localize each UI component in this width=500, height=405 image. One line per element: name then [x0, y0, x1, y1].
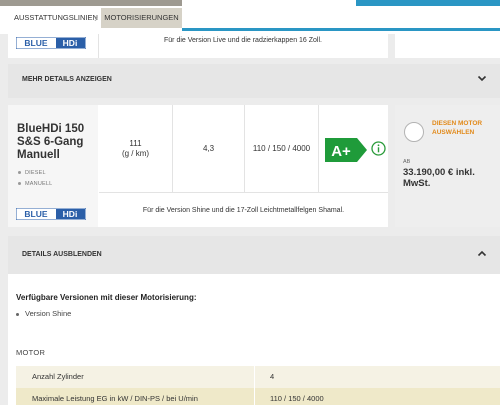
- transmission-tag: MANUELL: [18, 181, 52, 187]
- divider: [254, 388, 255, 405]
- breadcrumb-underline: [182, 28, 500, 31]
- svg-text:HDi: HDi: [63, 209, 78, 219]
- svg-text:HDi: HDi: [63, 38, 78, 48]
- table-row: Maximale Leistung EG in kW / DIN-PS / be…: [16, 388, 500, 405]
- version-note: Für die Version Live und die radzierkapp…: [164, 37, 322, 44]
- select-engine-radio[interactable]: [404, 122, 424, 142]
- co2-value: 111 (g / km): [99, 105, 173, 193]
- svg-text:BLUE: BLUE: [24, 209, 47, 219]
- chevron-up-icon: [477, 250, 487, 257]
- table-row: Anzahl Zylinder 4: [16, 366, 500, 388]
- spec-value: 110 / 150 / 4000: [270, 394, 324, 403]
- price: 33.190,00 € inkl. MwSt.: [403, 167, 475, 189]
- power-value: 110 / 150 / 4000: [245, 105, 319, 193]
- divider: [254, 366, 255, 388]
- section-title: MOTOR: [16, 348, 46, 357]
- bluehdi-logo: BLUE HDi: [16, 37, 86, 49]
- select-panel-previous: [395, 34, 500, 58]
- select-engine-label[interactable]: DIESEN MOTOR AUSWÄHLEN: [432, 119, 492, 137]
- progress-line-done: [0, 0, 182, 6]
- more-details-toggle[interactable]: MEHR DETAILS ANZEIGEN: [8, 64, 500, 98]
- energy-label-badge: A+: [325, 138, 367, 162]
- info-icon[interactable]: [371, 141, 386, 156]
- version-note: Für die Version Shine und die 17-Zoll Le…: [142, 206, 345, 214]
- svg-text:A+: A+: [331, 143, 351, 160]
- spec-value: 4: [270, 372, 275, 381]
- tab-motorisierungen[interactable]: MOTORISIERUNGEN: [101, 8, 182, 28]
- spec-key: Maximale Leistung EG in kW / DIN-PS / be…: [32, 394, 198, 403]
- hide-details-toggle[interactable]: DETAILS AUSBLENDEN: [8, 236, 500, 274]
- versions-title: Verfügbare Versionen mit dieser Motorisi…: [16, 293, 197, 302]
- tab-ausstattungslinien[interactable]: AUSSTATTUNGSLINIEN: [10, 8, 98, 28]
- bluehdi-logo: BLUE HDi: [16, 208, 86, 220]
- svg-text:BLUE: BLUE: [24, 38, 47, 48]
- consumption-value: 4,3: [173, 105, 245, 193]
- hide-details-label: DETAILS AUSBLENDEN: [22, 251, 102, 258]
- list-item: Version Shine: [16, 309, 71, 318]
- more-details-label: MEHR DETAILS ANZEIGEN: [22, 76, 112, 83]
- progress-line-active: [356, 0, 500, 6]
- chevron-down-icon: [477, 75, 487, 82]
- chevron-right-icon: ›: [94, 11, 98, 25]
- price-from-label: AB: [403, 159, 411, 165]
- spec-key: Anzahl Zylinder: [32, 372, 84, 381]
- engine-name: BlueHDi 150 S&S 6-Gang Manuell: [17, 123, 85, 161]
- fuel-tag: DIESEL: [18, 170, 46, 176]
